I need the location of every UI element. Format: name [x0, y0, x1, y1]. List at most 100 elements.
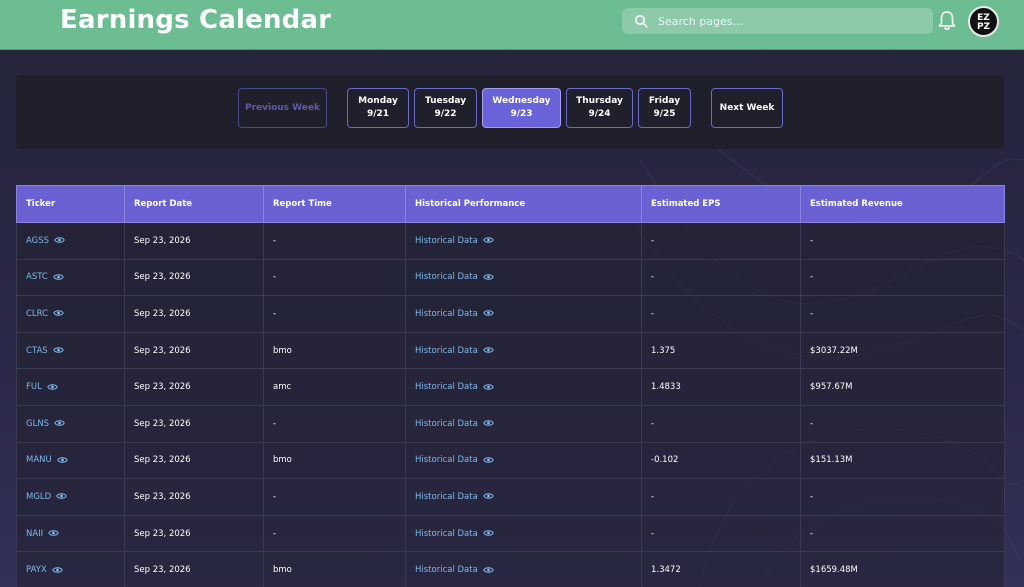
ticker-link[interactable]: MANU: [26, 455, 52, 465]
cell-estimated-eps: -: [641, 404, 801, 443]
cell-historical-performance: Historical Data: [405, 368, 642, 406]
day-name: Friday: [648, 96, 681, 106]
search-icon: [635, 15, 648, 28]
search-box[interactable]: [622, 8, 933, 34]
eye-icon[interactable]: [483, 309, 494, 317]
cell-estimated-eps: -0.102: [641, 441, 801, 480]
eye-icon[interactable]: [52, 346, 64, 354]
previous-week-label: Previous Week: [245, 102, 320, 113]
bell-icon[interactable]: [937, 10, 957, 32]
column-header-historical-performance[interactable]: Historical Performance: [405, 185, 642, 223]
cell-report-time: bmo: [263, 331, 406, 370]
previous-week-button[interactable]: Previous Week: [238, 88, 327, 128]
historical-data-link[interactable]: Historical Data: [415, 382, 478, 392]
historical-data-link[interactable]: Historical Data: [415, 272, 478, 282]
ticker-link[interactable]: NAII: [26, 529, 43, 539]
cell-estimated-eps: 1.375: [641, 331, 801, 370]
eye-icon[interactable]: [483, 383, 494, 391]
table-row: ASTC Sep 23, 2026- Historical Data - -: [16, 258, 1005, 297]
ticker-link[interactable]: MGLD: [26, 492, 51, 502]
day-button-friday[interactable]: Friday 9/25: [638, 88, 691, 128]
table-row: AGSS Sep 23, 2026- Historical Data - -: [16, 222, 1005, 260]
ticker-link[interactable]: GLNS: [26, 419, 49, 429]
cell-estimated-revenue: -: [800, 478, 1005, 516]
eye-icon[interactable]: [54, 419, 65, 427]
column-header-estimated-eps[interactable]: Estimated EPS: [641, 185, 801, 223]
table-row: MGLD Sep 23, 2026- Historical Data - -: [16, 478, 1005, 516]
column-header-ticker[interactable]: Ticker: [16, 185, 125, 223]
eye-icon[interactable]: [56, 492, 67, 500]
eye-icon[interactable]: [483, 529, 494, 537]
ticker-link[interactable]: CTAS: [26, 346, 48, 356]
cell-estimated-revenue: $3037.22M: [800, 331, 1005, 370]
ticker-link[interactable]: AGSS: [26, 236, 49, 246]
cell-report-time: bmo: [263, 441, 406, 480]
eye-icon[interactable]: [53, 309, 64, 317]
day-button-thursday[interactable]: Thursday 9/24: [566, 88, 633, 128]
cell-historical-performance: Historical Data: [405, 222, 642, 260]
historical-data-link[interactable]: Historical Data: [415, 236, 478, 246]
historical-data-link[interactable]: Historical Data: [415, 529, 478, 539]
eye-icon[interactable]: [483, 346, 494, 354]
cell-ticker: MGLD: [16, 478, 125, 516]
eye-icon[interactable]: [483, 456, 494, 464]
table-row: GLNS Sep 23, 2026- Historical Data - -: [16, 404, 1005, 443]
cell-report-date: Sep 23, 2026: [124, 258, 264, 297]
day-name: Wednesday: [492, 96, 551, 106]
cell-historical-performance: Historical Data: [405, 295, 642, 333]
cell-historical-performance: Historical Data: [405, 514, 642, 553]
ticker-link[interactable]: ASTC: [26, 272, 48, 282]
cell-estimated-eps: 1.4833: [641, 368, 801, 406]
eye-icon[interactable]: [483, 236, 494, 244]
eye-icon[interactable]: [48, 529, 59, 537]
cell-historical-performance: Historical Data: [405, 478, 642, 516]
day-button-monday[interactable]: Monday 9/21: [347, 88, 409, 128]
cell-ticker: GLNS: [16, 404, 125, 443]
eye-icon[interactable]: [53, 273, 64, 281]
cell-historical-performance: Historical Data: [405, 404, 642, 443]
cell-report-date: Sep 23, 2026: [124, 404, 264, 443]
next-week-button[interactable]: Next Week: [711, 88, 783, 128]
avatar[interactable]: EZ PZ: [968, 6, 999, 37]
column-header-report-time[interactable]: Report Time: [263, 185, 406, 223]
eye-icon[interactable]: [51, 566, 63, 574]
day-button-wednesday[interactable]: Wednesday 9/23: [482, 88, 561, 128]
historical-data-link[interactable]: Historical Data: [415, 492, 478, 502]
historical-data-link[interactable]: Historical Data: [415, 419, 478, 429]
cell-estimated-eps: -: [641, 222, 801, 260]
day-button-tuesday[interactable]: Tuesday 9/22: [414, 88, 477, 128]
eye-icon[interactable]: [54, 236, 65, 244]
page-title: Earnings Calendar: [60, 5, 332, 35]
historical-data-link[interactable]: Historical Data: [415, 346, 478, 356]
day-date: 9/21: [366, 109, 390, 119]
cell-estimated-revenue: -: [800, 258, 1005, 297]
historical-data-link[interactable]: Historical Data: [415, 565, 478, 575]
cell-estimated-eps: -: [641, 478, 801, 516]
cell-ticker: CLRC: [16, 295, 125, 333]
search-input[interactable]: [658, 8, 928, 34]
cell-report-date: Sep 23, 2026: [124, 368, 264, 406]
historical-data-link[interactable]: Historical Data: [415, 455, 478, 465]
historical-data-link[interactable]: Historical Data: [415, 309, 478, 319]
cell-ticker: AGSS: [16, 222, 125, 260]
column-header-estimated-revenue[interactable]: Estimated Revenue: [800, 185, 1005, 223]
cell-report-date: Sep 23, 2026: [124, 331, 264, 370]
cell-estimated-revenue: -: [800, 222, 1005, 260]
cell-historical-performance: Historical Data: [405, 441, 642, 480]
cell-historical-performance: Historical Data: [405, 551, 642, 587]
eye-icon[interactable]: [47, 383, 58, 391]
cell-estimated-revenue: -: [800, 404, 1005, 443]
eye-icon[interactable]: [56, 456, 68, 464]
ticker-link[interactable]: PAYX: [26, 565, 47, 575]
eye-icon[interactable]: [483, 419, 494, 427]
eye-icon[interactable]: [483, 273, 494, 281]
cell-report-time: -: [263, 514, 406, 553]
eye-icon[interactable]: [483, 492, 494, 500]
column-header-report-date[interactable]: Report Date: [124, 185, 264, 223]
cell-report-date: Sep 23, 2026: [124, 295, 264, 333]
cell-estimated-eps: -: [641, 258, 801, 297]
ticker-link[interactable]: CLRC: [26, 309, 48, 319]
eye-icon[interactable]: [483, 566, 494, 574]
cell-estimated-revenue: -: [800, 295, 1005, 333]
ticker-link[interactable]: FUL: [26, 382, 42, 392]
